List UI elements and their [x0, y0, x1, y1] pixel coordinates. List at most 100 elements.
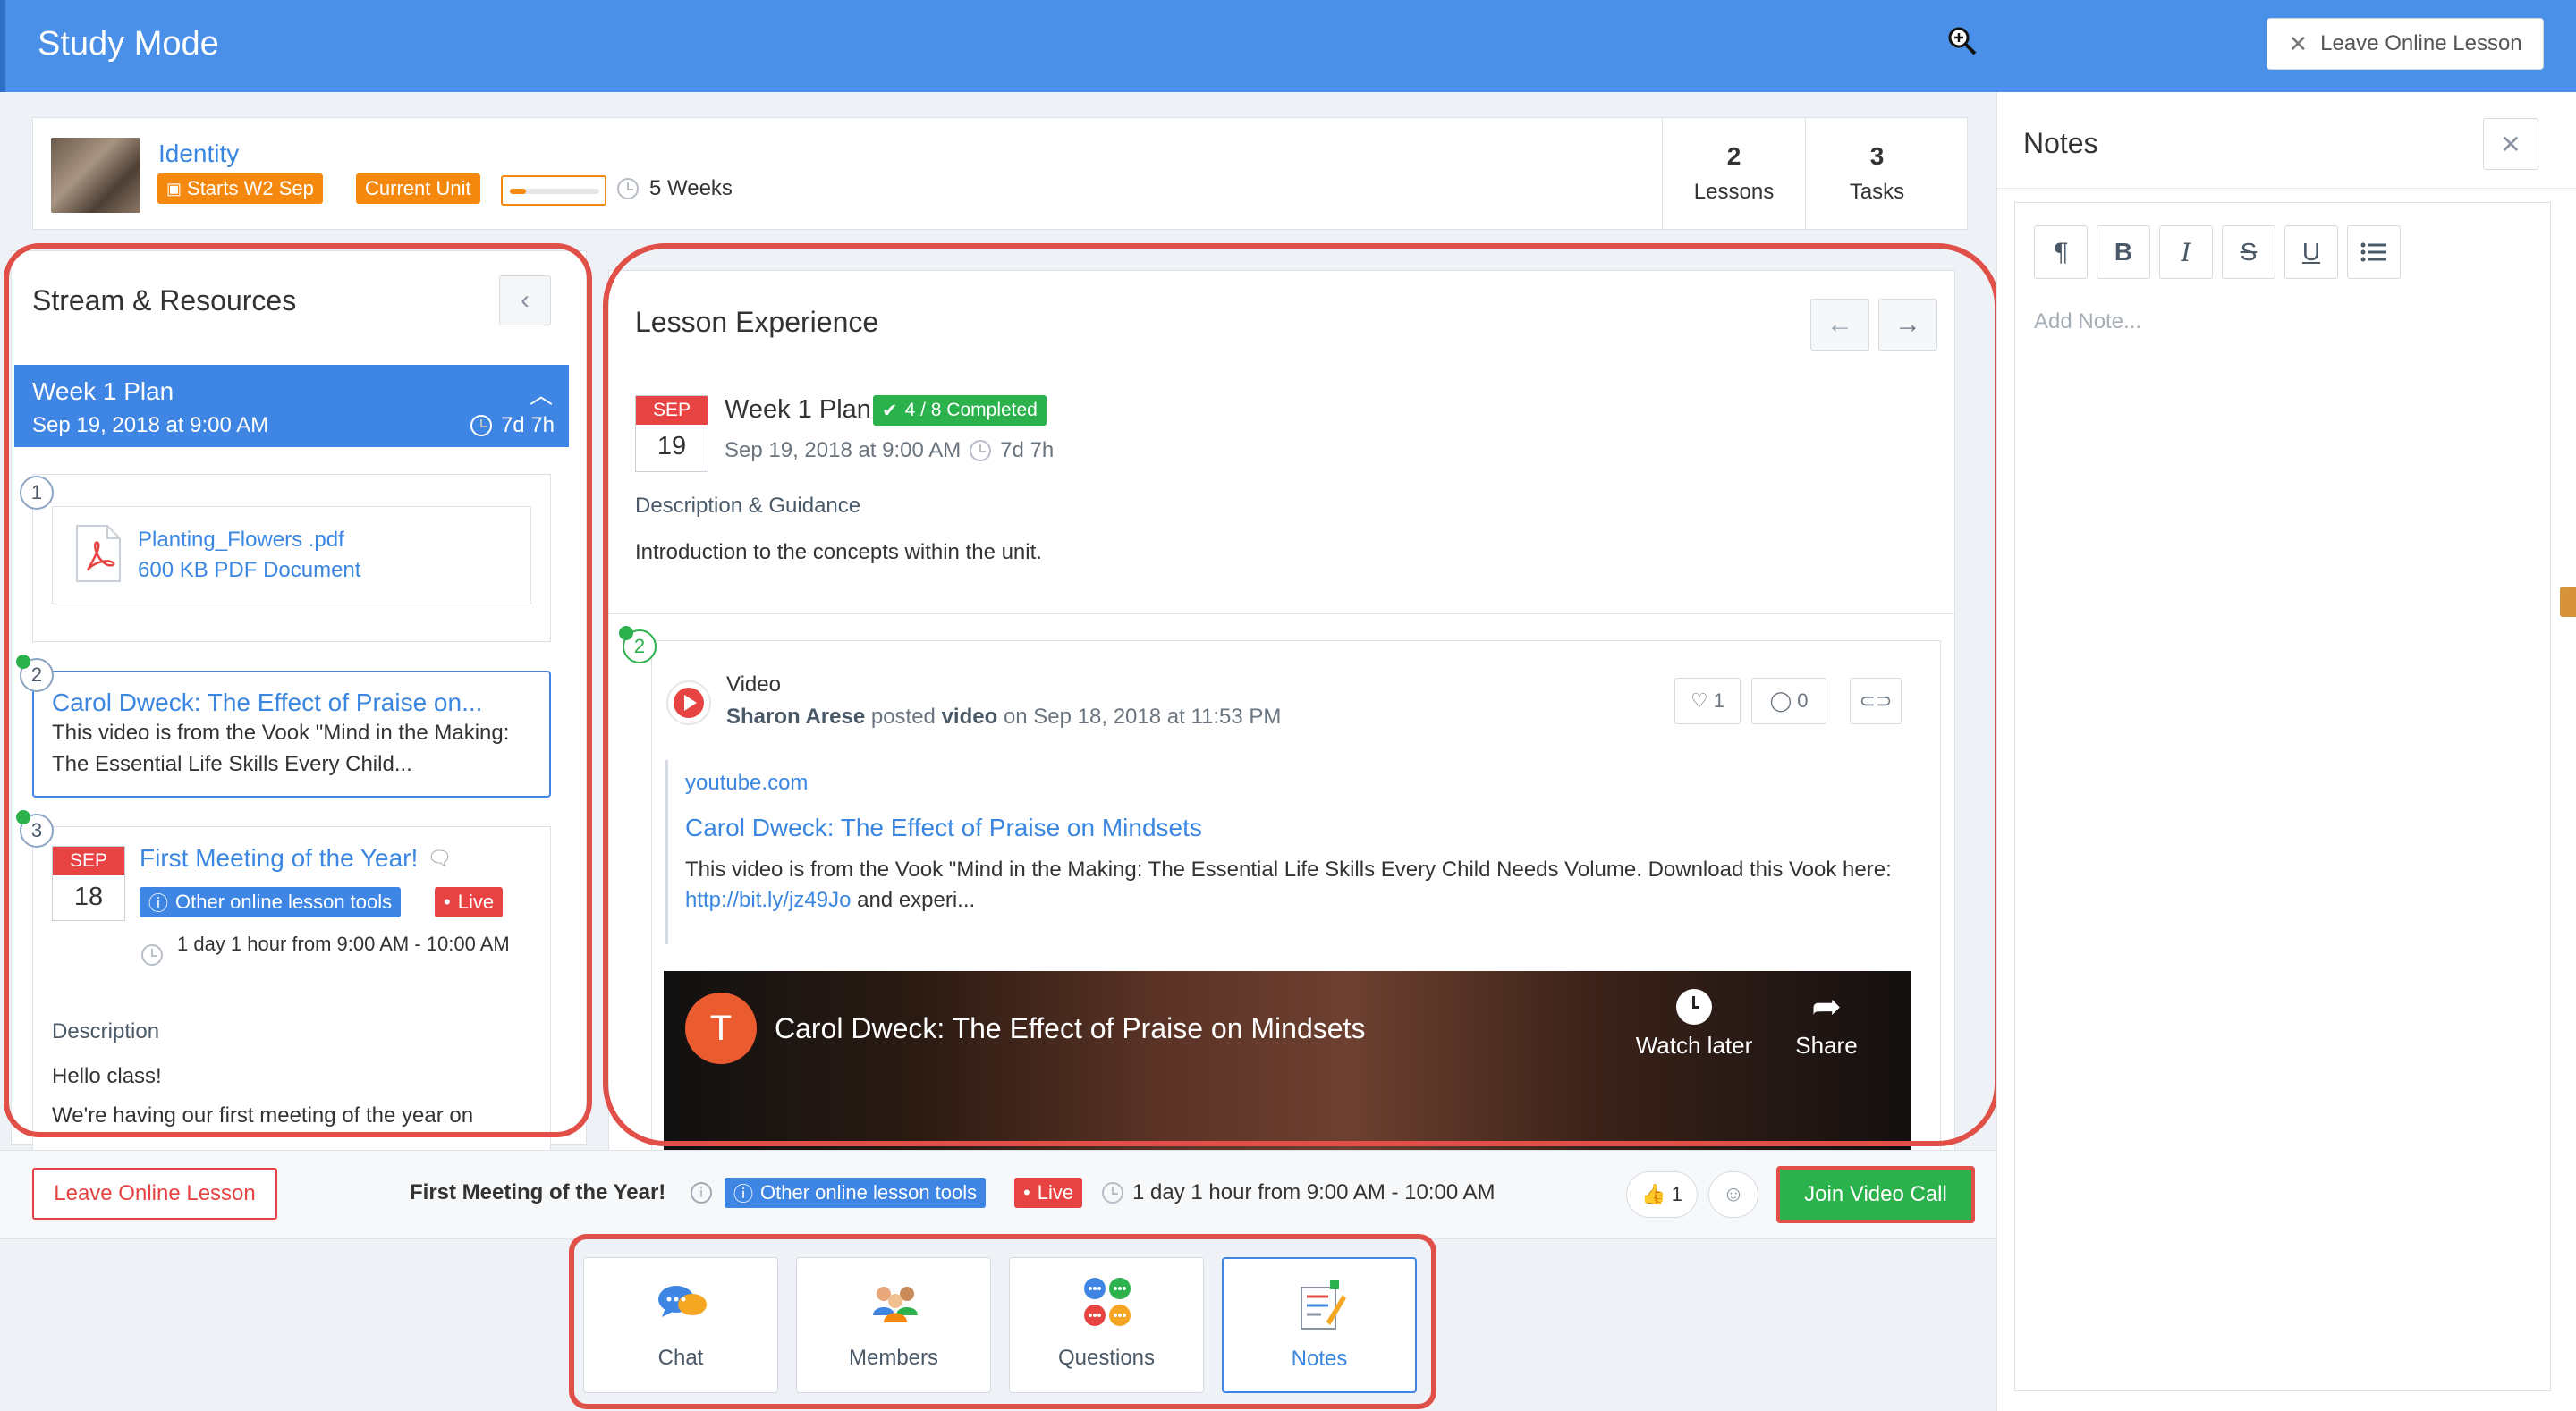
- list-icon: [2360, 242, 2386, 262]
- stream-title: Stream & Resources: [32, 284, 297, 317]
- watch-later-label: Watch later: [1635, 1032, 1753, 1059]
- link-description-end: and experi...: [851, 888, 976, 912]
- tab-label: Notes: [1291, 1347, 1348, 1371]
- date-badge: SEP 18: [52, 846, 125, 921]
- tab-label: Chat: [657, 1346, 704, 1370]
- like-count: 1: [1713, 689, 1724, 712]
- copy-link-button[interactable]: ⊂⊃: [1850, 678, 1902, 724]
- chat-icon: [658, 1286, 707, 1317]
- pdf-file-meta: 600 KB PDF Document: [138, 558, 361, 582]
- clock-icon: [141, 944, 163, 966]
- link-description-text: This video is from the Vook "Mind in the…: [685, 858, 1892, 882]
- channel-avatar[interactable]: T: [685, 993, 757, 1064]
- close-notes-button[interactable]: ✕: [2483, 118, 2538, 170]
- player-title[interactable]: Carol Dweck: The Effect of Praise on Min…: [775, 1012, 1365, 1045]
- meeting-bar-title: First Meeting of the Year!: [410, 1180, 666, 1204]
- unit-name-link[interactable]: Identity: [158, 139, 239, 168]
- meeting-title[interactable]: First Meeting of the Year! 🗨: [140, 844, 452, 873]
- divider: [608, 613, 1955, 614]
- video-item-title[interactable]: Carol Dweck: The Effect of Praise on...: [52, 689, 517, 717]
- link-source[interactable]: youtube.com: [685, 771, 808, 796]
- join-video-call-button[interactable]: Join Video Call: [1776, 1166, 1975, 1223]
- link-icon: ⊂⊃: [1859, 689, 1893, 712]
- tasks-label: Tasks: [1849, 180, 1905, 204]
- tab-chat[interactable]: Chat: [583, 1257, 778, 1393]
- meeting-bar-time: 1 day 1 hour from 9:00 AM - 10:00 AM: [1102, 1180, 1496, 1205]
- underline-button[interactable]: U: [2284, 225, 2338, 279]
- calendar-icon: ▣: [166, 179, 182, 198]
- live-badge: • Live: [435, 887, 504, 917]
- guidance-text: Introduction to the concepts within the …: [635, 540, 1042, 564]
- unit-thumbnail: [51, 138, 140, 213]
- watch-later-button[interactable]: Watch later: [1623, 989, 1766, 1060]
- pdf-file-name[interactable]: Planting_Flowers .pdf: [138, 528, 344, 553]
- collapse-panel-button[interactable]: ‹: [499, 275, 551, 325]
- close-icon: ✕: [2288, 30, 2309, 57]
- live-badge: • Live: [1014, 1178, 1083, 1208]
- pdf-attachment[interactable]: [52, 506, 531, 604]
- check-icon: [16, 655, 30, 669]
- bullet-list-button[interactable]: [2347, 225, 2401, 279]
- starts-badge: ▣ Starts W2 Sep: [157, 173, 323, 204]
- italic-button[interactable]: I: [2159, 225, 2213, 279]
- online-tool-chip[interactable]: ⓘ Other online lesson tools: [140, 887, 402, 917]
- notes-icon: [1301, 1280, 1346, 1330]
- close-icon: ✕: [2500, 130, 2521, 158]
- share-label: Share: [1795, 1032, 1858, 1059]
- side-tab-handle[interactable]: [2560, 587, 2576, 617]
- prev-arrow-button[interactable]: ←: [1810, 299, 1869, 351]
- leave-online-lesson-button[interactable]: ✕ Leave Online Lesson: [2267, 18, 2544, 70]
- reaction-count: 1: [1671, 1183, 1682, 1205]
- date-month: SEP: [53, 847, 124, 875]
- plan-remaining: 7d 7h: [1000, 438, 1055, 462]
- meeting-title-label: First Meeting of the Year!: [140, 844, 419, 872]
- lessons-label: Lessons: [1693, 180, 1775, 204]
- strikethrough-button[interactable]: S: [2222, 225, 2275, 279]
- comment-count: 0: [1797, 689, 1809, 712]
- post-type: Video: [726, 672, 781, 697]
- share-button[interactable]: ➦ Share: [1782, 989, 1871, 1060]
- current-unit-badge: Current Unit: [356, 173, 480, 204]
- note-editor[interactable]: [2014, 202, 2551, 1391]
- like-button[interactable]: ♡ 1: [1674, 678, 1741, 724]
- divider: [1996, 188, 2576, 189]
- tab-questions[interactable]: Questions: [1009, 1257, 1204, 1393]
- progress-fill: [510, 189, 526, 194]
- tasks-stat[interactable]: 3 Tasks: [1805, 117, 1948, 230]
- week-title: Week 1 Plan: [32, 377, 174, 405]
- guidance-label: Description & Guidance: [635, 494, 861, 518]
- plan-date-label: Sep 19, 2018 at 9:00 AM: [724, 438, 962, 462]
- paragraph-button[interactable]: ¶: [2034, 225, 2088, 279]
- description-line: Hello class!: [52, 1064, 162, 1088]
- comment-button[interactable]: ◯ 0: [1751, 678, 1826, 724]
- pdf-file-icon: [76, 525, 121, 582]
- week-plan-header[interactable]: Week 1 Plan ︿ Sep 19, 2018 at 9:00 AM 7d…: [14, 365, 569, 447]
- link-title[interactable]: Carol Dweck: The Effect of Praise on Min…: [685, 814, 1202, 842]
- meeting-time: 1 day 1 hour from 9:00 AM - 10:00 AM: [177, 933, 510, 955]
- post-author[interactable]: Sharon Arese: [726, 705, 865, 729]
- lessons-count: 2: [1726, 142, 1741, 170]
- lessons-stat[interactable]: 2 Lessons: [1662, 117, 1805, 230]
- check-icon: [619, 626, 633, 640]
- bold-button[interactable]: B: [2097, 225, 2150, 279]
- info-icon[interactable]: i: [691, 1182, 712, 1204]
- unit-progress: [501, 175, 606, 206]
- comment-icon: ◯: [1769, 689, 1792, 712]
- starts-badge-label: Starts W2 Sep: [187, 177, 314, 199]
- next-arrow-button[interactable]: →: [1878, 299, 1937, 351]
- thumbs-up-icon: 👍: [1641, 1183, 1666, 1205]
- online-tool-chip[interactable]: ⓘ Other online lesson tools: [724, 1178, 987, 1208]
- check-circle-icon: ✔: [882, 400, 898, 421]
- note-placeholder[interactable]: Add Note...: [2034, 309, 2141, 334]
- video-player[interactable]: T Carol Dweck: The Effect of Praise on M…: [664, 971, 1911, 1150]
- thumbs-up-reaction-button[interactable]: 👍 1: [1626, 1171, 1698, 1218]
- description-link[interactable]: http://bit.ly/jz49Jo: [685, 888, 851, 912]
- tab-members[interactable]: Members: [796, 1257, 991, 1393]
- leave-online-lesson-bottom-button[interactable]: Leave Online Lesson: [32, 1168, 277, 1220]
- tab-label: Members: [848, 1346, 939, 1370]
- description-line: We're having our first meeting of the ye…: [52, 1103, 474, 1128]
- tab-notes[interactable]: Notes: [1222, 1257, 1417, 1393]
- add-reaction-button[interactable]: ☺: [1708, 1171, 1758, 1218]
- post-verb: posted: [870, 705, 936, 729]
- date-month: SEP: [636, 396, 708, 425]
